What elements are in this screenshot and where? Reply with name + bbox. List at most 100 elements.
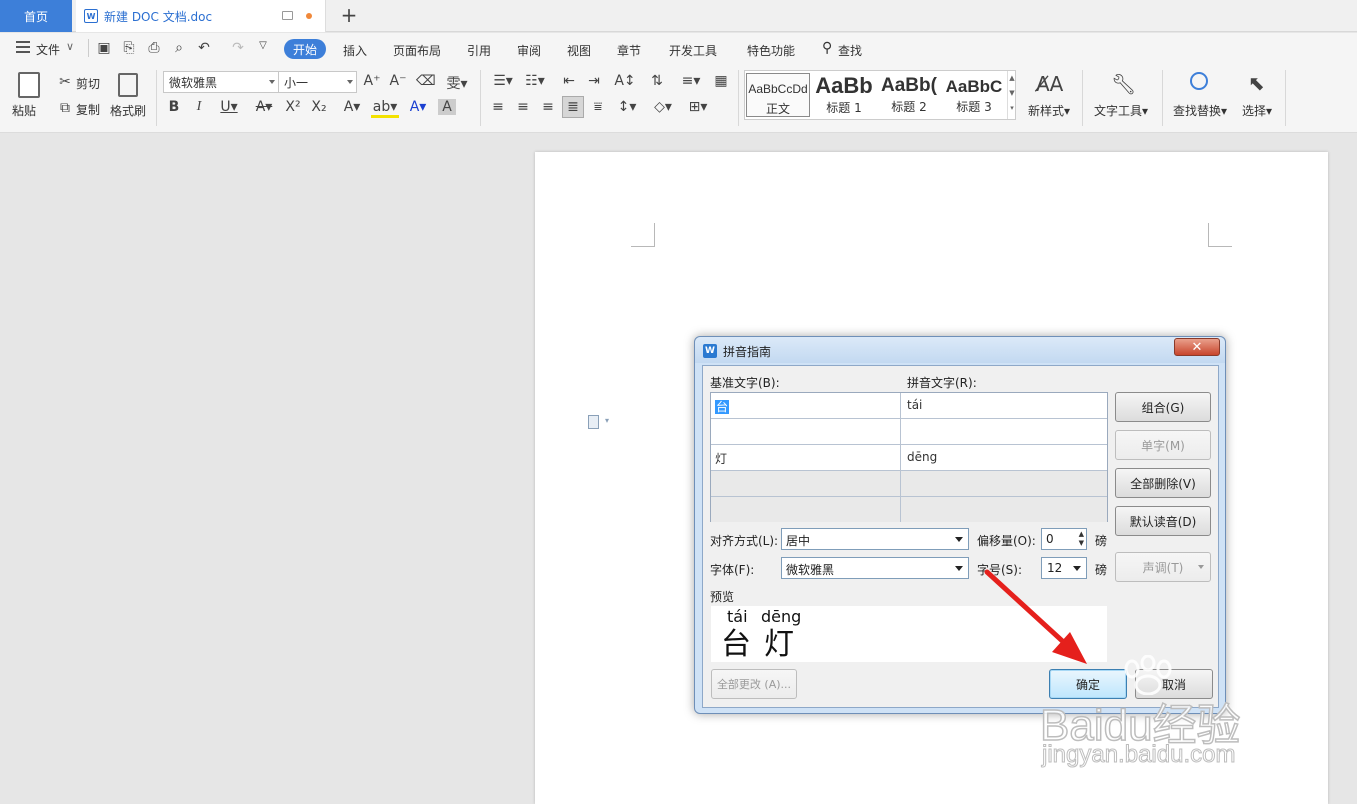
highlight-icon[interactable]: ab▾	[371, 99, 399, 118]
tab-document[interactable]: W 新建 DOC 文档.doc	[76, 0, 326, 32]
tab-references[interactable]: 引用	[467, 42, 491, 59]
format-painter-icon[interactable]	[118, 73, 138, 97]
select-button[interactable]: 选择▾	[1242, 102, 1272, 119]
shading-icon[interactable]: ◇▾	[650, 99, 676, 115]
font-color-icon[interactable]: A▾	[404, 99, 432, 115]
tab-review[interactable]: 审阅	[517, 42, 541, 59]
redo-icon[interactable]: ↷	[229, 40, 247, 56]
numbering-icon[interactable]: ☷▾	[522, 73, 548, 89]
align-left-icon[interactable]: ≡	[489, 99, 507, 115]
gallery-scroll[interactable]: ▲ ▼ ▾	[1007, 71, 1016, 119]
size-select[interactable]: 12	[1041, 557, 1087, 579]
paste-icon[interactable]	[18, 72, 40, 98]
strikethrough-icon[interactable]: A▾	[250, 99, 278, 115]
justify-icon[interactable]: ≣	[562, 96, 584, 118]
ruby-text-field[interactable]	[901, 419, 1107, 444]
bullets-icon[interactable]: ☰▾	[490, 73, 516, 89]
underline-icon[interactable]: U▾	[215, 99, 243, 115]
align-center-icon[interactable]: ≡	[514, 99, 532, 115]
style-heading-2[interactable]: AaBb( 标题 2	[877, 73, 941, 117]
table-icon[interactable]: ▦	[712, 73, 730, 89]
stepper-arrows-icon[interactable]: ▲ ▼	[1079, 530, 1084, 548]
scissors-icon[interactable]: ✂	[56, 74, 74, 90]
group-button[interactable]: 组合(G)	[1115, 392, 1211, 422]
cursor-icon[interactable]: ⬉	[1248, 71, 1265, 95]
borders-icon[interactable]: ⊞▾	[685, 99, 711, 115]
save-icon[interactable]: ▣	[95, 40, 113, 56]
font-select[interactable]: 微软雅黑	[781, 557, 969, 579]
shrink-font-icon[interactable]: A⁻	[389, 73, 407, 89]
tab-home[interactable]: 首页	[0, 0, 72, 32]
chevron-down-icon[interactable]: ▾	[605, 416, 609, 425]
font-size-select[interactable]: 小一	[278, 71, 357, 93]
new-style-icon[interactable]: A̸A	[1036, 72, 1063, 96]
offset-stepper[interactable]: 0 ▲ ▼	[1041, 528, 1087, 550]
line-spacing-icon[interactable]: ≡▾	[678, 73, 704, 89]
clear-format-icon[interactable]: ⌫	[416, 73, 436, 89]
distributed-icon[interactable]: ⩸	[589, 99, 607, 115]
char-shading-icon[interactable]: A	[438, 99, 456, 115]
mono-button[interactable]: 单字(M)	[1115, 430, 1211, 460]
undo-icon[interactable]: ↶	[195, 40, 213, 56]
text-tools-button[interactable]: 文字工具▾	[1094, 102, 1148, 119]
paragraph-layout-icon[interactable]	[588, 415, 599, 429]
paste-button[interactable]: 粘贴	[12, 102, 36, 119]
magnifier-icon[interactable]	[1190, 72, 1208, 90]
default-reading-button[interactable]: 默认读音(D)	[1115, 506, 1211, 536]
font-name-select[interactable]: 微软雅黑	[163, 71, 279, 93]
copy-button[interactable]: 复制	[76, 101, 100, 118]
decrease-indent-icon[interactable]: ⇤	[560, 73, 578, 89]
tab-special-features[interactable]: 特色功能	[747, 42, 795, 59]
pinyin-guide-icon[interactable]: 雯▾	[443, 73, 471, 93]
tab-developer[interactable]: 开发工具	[669, 42, 717, 59]
style-normal[interactable]: AaBbCcDd 正文	[746, 73, 810, 117]
paragraph-spacing-icon[interactable]: ↕▾	[614, 99, 640, 115]
align-right-icon[interactable]: ≡	[539, 99, 557, 115]
tab-chapter[interactable]: 章节	[617, 42, 641, 59]
italic-icon[interactable]: I	[190, 99, 208, 115]
apply-all-button[interactable]: 全部更改 (A)...	[711, 669, 797, 699]
tab-start[interactable]: 开始	[284, 39, 326, 59]
print-icon[interactable]: ⎙	[145, 40, 163, 56]
increase-indent-icon[interactable]: ⇥	[585, 73, 603, 89]
cut-button[interactable]: 剪切	[76, 75, 100, 92]
chevron-down-icon	[1073, 566, 1081, 571]
monitor-icon[interactable]	[282, 11, 293, 20]
alignment-select[interactable]: 居中	[781, 528, 969, 550]
superscript-icon[interactable]: X²	[284, 99, 302, 115]
chevron-down-icon[interactable]: ∨	[66, 40, 74, 53]
find-replace-button[interactable]: 查找替换▾	[1173, 102, 1227, 119]
search-icon[interactable]: ⚲	[822, 40, 832, 56]
hamburger-icon[interactable]	[16, 41, 30, 53]
ruby-text-field[interactable]: dēng	[901, 445, 1107, 470]
text-direction-icon[interactable]: A↕	[612, 73, 638, 89]
grow-font-icon[interactable]: A⁺	[363, 73, 381, 89]
base-text-field[interactable]: 灯	[711, 445, 901, 470]
style-heading-3[interactable]: AaBbC 标题 3	[942, 73, 1006, 117]
wrench-icon[interactable]: 🔧︎	[1111, 72, 1136, 96]
format-painter-button[interactable]: 格式刷	[110, 102, 146, 119]
search-label[interactable]: 查找	[838, 42, 862, 59]
export-icon[interactable]: ⎘	[120, 40, 138, 56]
close-button[interactable]: ✕	[1174, 338, 1220, 356]
clear-all-button[interactable]: 全部删除(V)	[1115, 468, 1211, 498]
subscript-icon[interactable]: X₂	[310, 99, 328, 115]
bold-icon[interactable]: B	[165, 99, 183, 115]
sort-icon[interactable]: ⇅	[648, 73, 666, 89]
menu-file[interactable]: 文件	[36, 41, 60, 58]
tab-page-layout[interactable]: 页面布局	[393, 42, 441, 59]
tab-view[interactable]: 视图	[567, 42, 591, 59]
customize-icon[interactable]: ▽	[254, 40, 272, 51]
base-text-field[interactable]: 台	[711, 393, 901, 418]
tab-insert[interactable]: 插入	[343, 42, 367, 59]
ruby-text-field[interactable]: tái	[901, 393, 1107, 418]
dialog-titlebar[interactable]	[695, 337, 1225, 363]
tone-button[interactable]: 声调(T)	[1115, 552, 1211, 582]
new-tab-button[interactable]: +	[338, 4, 360, 26]
print-preview-icon[interactable]: ⌕	[170, 40, 188, 56]
copy-icon[interactable]: ⧉	[56, 100, 74, 116]
new-style-button[interactable]: 新样式▾	[1028, 102, 1070, 119]
style-heading-1[interactable]: AaBb 标题 1	[812, 73, 876, 117]
base-text-field[interactable]	[711, 419, 901, 444]
text-effect-icon[interactable]: A▾	[338, 99, 366, 115]
